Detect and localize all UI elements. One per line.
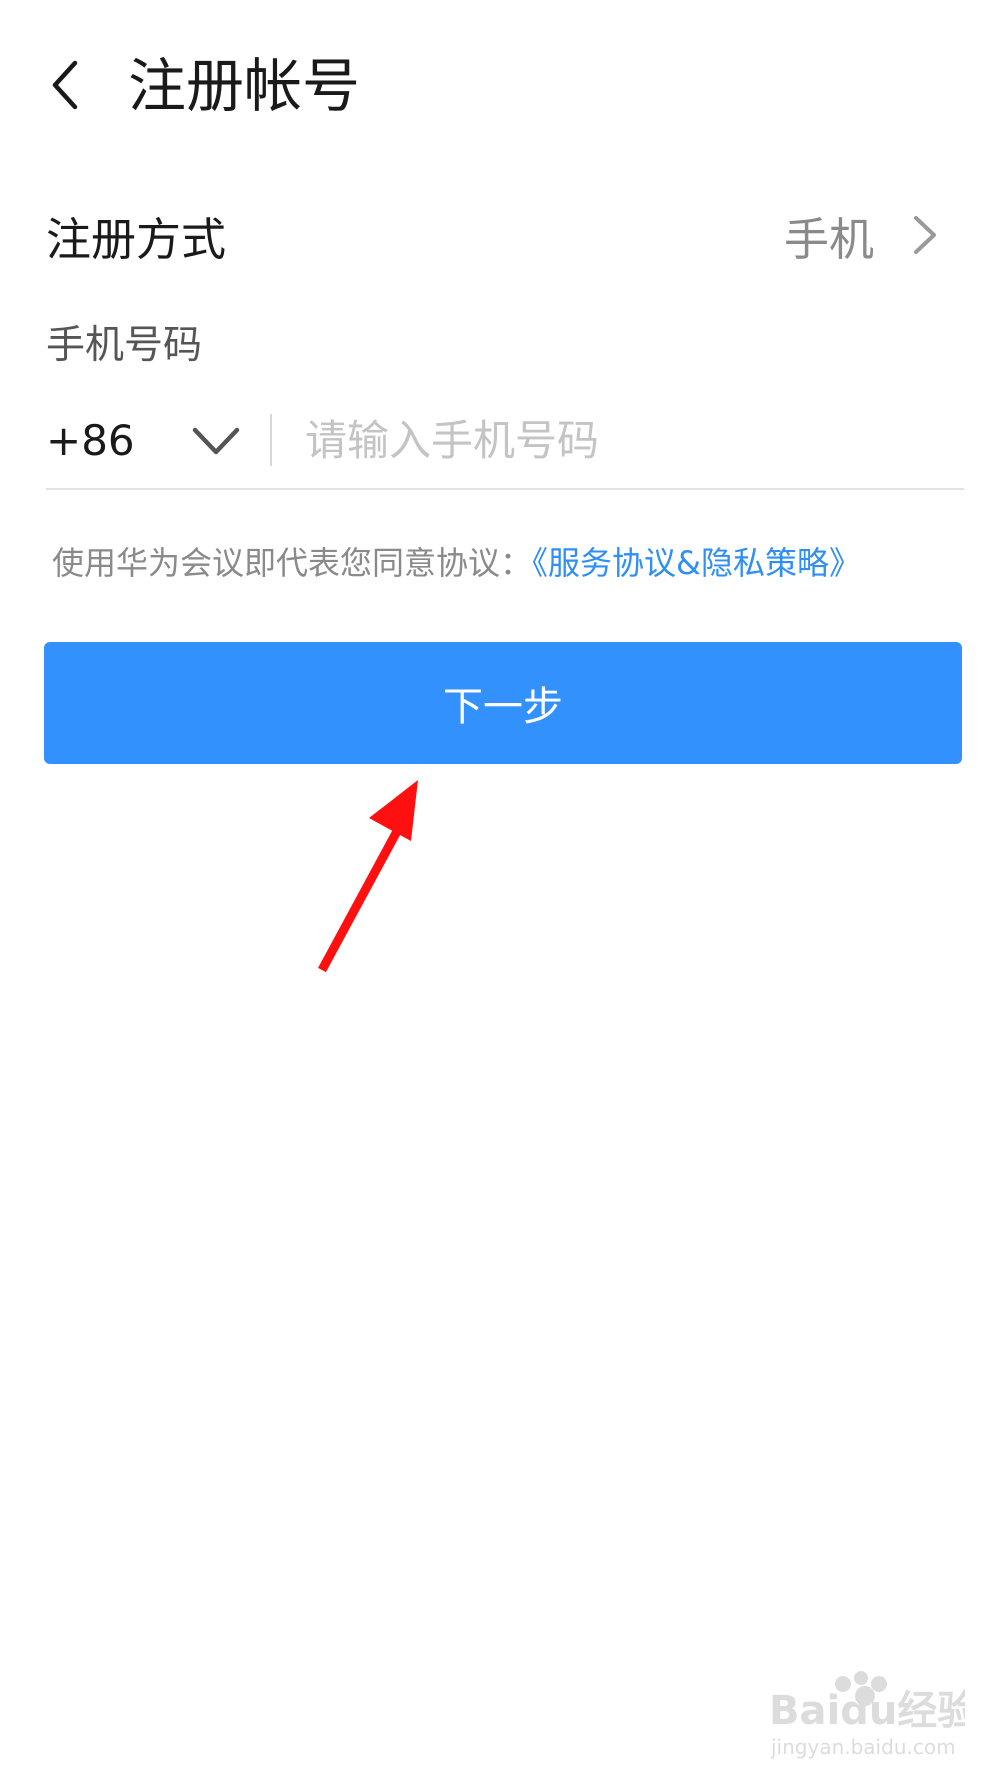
registration-method-value: 手机: [783, 212, 874, 266]
agreement-link[interactable]: 《服务协议&隐私策略》: [532, 544, 861, 582]
registration-method-label: 注册方式: [46, 212, 227, 266]
phone-number-label: 手机号码: [46, 323, 203, 368]
red-arrow-annotation-icon: [318, 780, 418, 973]
baidu-jingyan-watermark: Baidu经验 jingyan.baidu.com: [769, 1671, 965, 1759]
header: 注册帐号: [0, 0, 1000, 170]
chevron-right-icon: [914, 216, 936, 254]
country-code-selector[interactable]: +86: [46, 400, 246, 480]
next-step-button[interactable]: 下一步: [44, 642, 962, 764]
watermark-brand: Baidu经验: [769, 1688, 965, 1734]
input-separator: [270, 414, 272, 466]
agreement-text: 使用华为会议即代表您同意协议：: [52, 544, 533, 582]
agreement-notice: 使用华为会议即代表您同意协议：《服务协议&隐私策略》: [52, 540, 861, 586]
watermark-url: jingyan.baidu.com: [770, 1735, 956, 1759]
phone-number-input[interactable]: [305, 400, 955, 480]
country-code-value: +86: [46, 415, 135, 465]
chevron-down-icon: [192, 427, 240, 455]
registration-method-row[interactable]: 注册方式 手机: [46, 190, 954, 280]
back-button[interactable]: [30, 50, 100, 120]
page-title: 注册帐号: [128, 52, 361, 120]
chevron-left-icon: [52, 60, 78, 110]
input-underline: [46, 488, 964, 490]
